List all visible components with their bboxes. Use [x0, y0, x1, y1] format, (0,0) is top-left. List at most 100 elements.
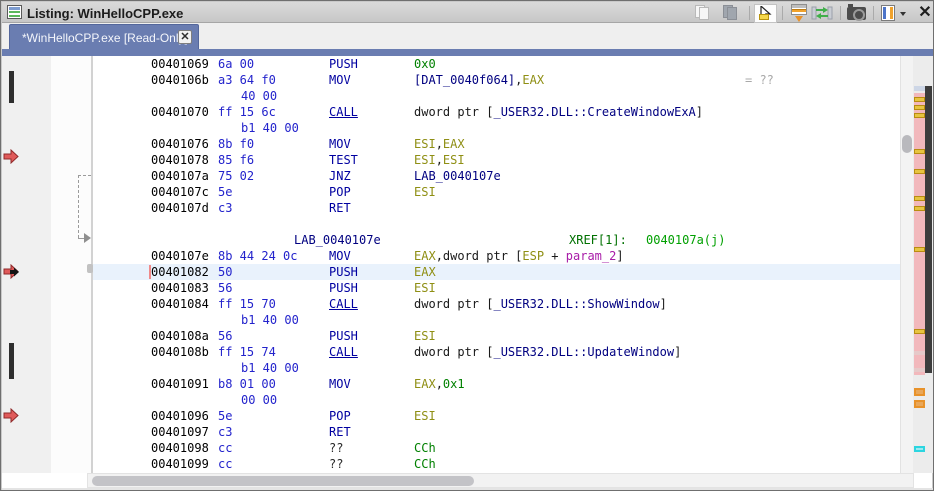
operands[interactable]: LAB_0040107e — [414, 168, 501, 184]
bytes[interactable]: 8b f0 — [218, 136, 254, 152]
mnemonic[interactable]: MOV — [329, 376, 351, 392]
instruction-row[interactable]: 00401078 85 f6 TEST ESI,ESI — [93, 152, 900, 168]
bytes[interactable]: a3 64 f0 — [218, 72, 276, 88]
bytes[interactable]: 40 00 — [241, 88, 277, 104]
bytes[interactable]: 85 f6 — [218, 152, 254, 168]
operand-token[interactable]: , — [436, 377, 443, 391]
bytes-continuation-row[interactable]: b1 40 00 — [93, 312, 900, 328]
bookmark-arrow-icon[interactable] — [3, 408, 20, 423]
operand-token[interactable]: EAX — [414, 249, 436, 263]
equate-value[interactable]: = ?? — [745, 72, 774, 88]
operands[interactable]: ESI — [414, 328, 436, 344]
operand-token[interactable]: CCh — [414, 441, 436, 455]
mnemonic[interactable]: MOV — [329, 72, 351, 88]
operand-token[interactable]: dword ptr [ — [414, 105, 493, 119]
overview-faint-mark[interactable] — [914, 368, 925, 372]
overview-yellow-mark[interactable] — [914, 206, 925, 211]
address[interactable]: 00401082 — [151, 264, 209, 280]
overview-orange-mark[interactable] — [914, 400, 925, 408]
operand-token[interactable]: EAX — [522, 73, 544, 87]
mnemonic[interactable]: POP — [329, 408, 351, 424]
mnemonic[interactable]: CALL — [329, 104, 358, 120]
operands[interactable]: EAX,0x1 — [414, 376, 465, 392]
operand-token[interactable]: ] — [696, 105, 703, 119]
operand-token[interactable]: EAX — [443, 137, 465, 151]
operand-token[interactable]: ESI — [414, 281, 436, 295]
instruction-row[interactable]: 004010696a 00PUSH0x0 — [93, 56, 900, 72]
instruction-row[interactable]: 004010965ePOPESI — [93, 408, 900, 424]
bytes[interactable]: b1 40 00 — [241, 360, 299, 376]
overview-yellow-mark[interactable] — [914, 113, 925, 118]
overview-cyan-mark[interactable] — [914, 446, 925, 452]
address[interactable]: 0040107c — [151, 184, 209, 200]
bytes[interactable]: 56 — [218, 280, 232, 296]
close-icon[interactable]: ✕ — [917, 4, 933, 21]
operand-token[interactable]: param_2 — [566, 249, 617, 263]
horizontal-scrollbar[interactable] — [87, 473, 914, 488]
label[interactable]: LAB_0040107e — [294, 232, 381, 248]
dropdown-arrow-icon[interactable] — [900, 12, 906, 16]
bytes[interactable]: 5e — [218, 184, 232, 200]
instruction-row[interactable]: 00401084ff 15 70CALLdword ptr [_USER32.D… — [93, 296, 900, 312]
instruction-row[interactable]: 0040107e8b 44 24 0cMOVEAX,dword ptr [ESP… — [93, 248, 900, 264]
mnemonic[interactable]: CALL — [329, 296, 358, 312]
mnemonic[interactable]: RET — [329, 200, 351, 216]
instruction-row[interactable]: 0040107dc3RET — [93, 200, 900, 216]
operand-token[interactable]: , — [436, 137, 443, 151]
instruction-row[interactable]: 00401091b8 01 00MOVEAX,0x1 — [93, 376, 900, 392]
address[interactable]: 00401096 — [151, 408, 209, 424]
paste-icon[interactable] — [723, 5, 747, 21]
operand-token[interactable]: LAB_0040107e — [414, 169, 501, 183]
address[interactable]: 00401091 — [151, 376, 209, 392]
instruction-row[interactable]: 0040108250PUSHEAX — [93, 264, 900, 280]
operand-token[interactable]: ] — [660, 297, 667, 311]
mnemonic[interactable]: TEST — [329, 152, 358, 168]
tab-close-icon[interactable]: ✕ — [178, 30, 192, 44]
mnemonic[interactable]: ?? — [329, 456, 343, 472]
mnemonic[interactable]: RET — [329, 424, 351, 440]
address[interactable]: 0040107d — [151, 200, 209, 216]
bookmark-arrow-icon[interactable] — [3, 149, 20, 164]
title-bar[interactable]: Listing: WinHelloCPP.exe — [2, 2, 934, 23]
instruction-row[interactable]: 00401070ff 15 6cCALLdword ptr [_USER32.D… — [93, 104, 900, 120]
operand-token[interactable]: ESI — [443, 153, 465, 167]
mnemonic[interactable]: MOV — [329, 248, 351, 264]
address[interactable]: 0040108a — [151, 328, 209, 344]
bytes[interactable]: 5e — [218, 408, 232, 424]
address[interactable]: 00401078 — [151, 152, 209, 168]
bytes-continuation-row[interactable]: 40 00 — [93, 88, 900, 104]
overview-yellow-mark[interactable] — [914, 105, 925, 110]
instruction-row[interactable]: 0040107c5ePOPESI — [93, 184, 900, 200]
operand-token[interactable]: _USER32.DLL::CreateWindowExA — [493, 105, 695, 119]
vertical-scrollbar-thumb[interactable] — [902, 135, 912, 153]
cursor-location-toggle-icon[interactable] — [754, 4, 777, 23]
address[interactable]: 00401076 — [151, 136, 209, 152]
mnemonic[interactable]: JNZ — [329, 168, 351, 184]
mnemonic[interactable]: ?? — [329, 440, 343, 456]
mnemonic[interactable]: PUSH — [329, 56, 358, 72]
address[interactable]: 00401083 — [151, 280, 209, 296]
operands[interactable]: 0x0 — [414, 56, 436, 72]
operands[interactable]: ESI,ESI — [414, 152, 465, 168]
operand-token[interactable]: 0x0 — [414, 57, 436, 71]
listing-display-icon[interactable] — [881, 5, 895, 21]
overview-yellow-mark[interactable] — [914, 247, 925, 252]
instruction-row[interactable]: 0040108a56PUSHESI — [93, 328, 900, 344]
vertical-scrollbar[interactable] — [900, 56, 913, 473]
edit-fields-icon[interactable] — [790, 4, 808, 22]
xref-address[interactable]: 0040107a(j) — [646, 232, 725, 248]
bytes[interactable]: 75 02 — [218, 168, 254, 184]
address[interactable]: 00401098 — [151, 440, 209, 456]
mnemonic[interactable]: PUSH — [329, 328, 358, 344]
operands[interactable]: ESI — [414, 184, 436, 200]
operands[interactable]: ESI,EAX — [414, 136, 465, 152]
snapshot-icon[interactable] — [847, 7, 866, 20]
instruction-row[interactable]: 00401097c3RET — [93, 424, 900, 440]
address[interactable]: 00401070 — [151, 104, 209, 120]
bytes[interactable]: b1 40 00 — [241, 312, 299, 328]
instruction-row[interactable]: 0040108356PUSHESI — [93, 280, 900, 296]
operand-token[interactable]: EAX — [414, 265, 436, 279]
operand-token[interactable]: ESP — [522, 249, 544, 263]
operand-token[interactable]: ESI — [414, 137, 436, 151]
operands[interactable]: dword ptr [_USER32.DLL::ShowWindow] — [414, 296, 667, 312]
